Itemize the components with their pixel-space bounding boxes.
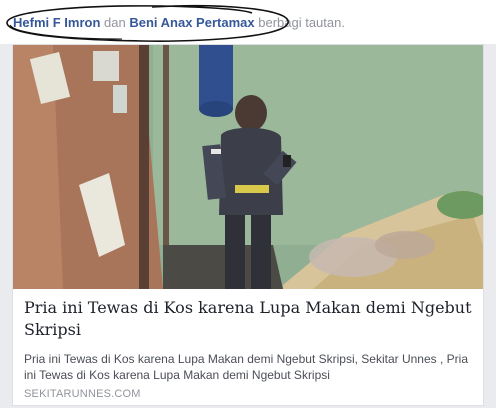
link-preview-image[interactable] bbox=[13, 45, 483, 289]
link-title[interactable]: Pria ini Tewas di Kos karena Lupa Makan … bbox=[24, 297, 474, 341]
link-description: Pria ini Tewas di Kos karena Lupa Makan … bbox=[24, 352, 468, 382]
actor-link-beni[interactable]: Beni Anax Pertamax bbox=[129, 15, 254, 30]
story-line: Hefmi F Imron dan Beni Anax Pertamax ber… bbox=[13, 15, 345, 30]
story-header: Hefmi F Imron dan Beni Anax Pertamax ber… bbox=[0, 0, 496, 44]
link-domain: SEKITARUNNES.COM bbox=[24, 388, 141, 400]
connector-text: dan bbox=[104, 15, 126, 30]
action-text: berbagi tautan. bbox=[258, 15, 345, 30]
photo-scene bbox=[13, 45, 483, 289]
shared-link-card[interactable]: Pria ini Tewas di Kos karena Lupa Makan … bbox=[12, 44, 484, 406]
actor-link-hefmi[interactable]: Hefmi F Imron bbox=[13, 15, 100, 30]
